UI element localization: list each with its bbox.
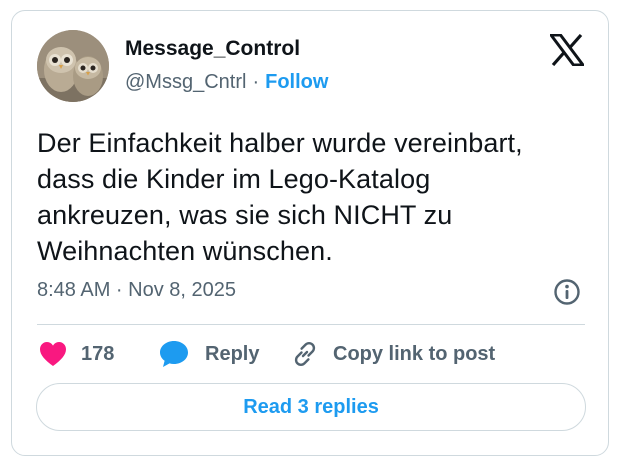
tweet-timestamp[interactable]: 8:48 AM · Nov 8, 2025 — [37, 279, 236, 302]
tweet-text: Der Einfachkeit halber wurde vereinbart,… — [37, 128, 523, 266]
tweet-card: Message_Control @Mssg_Cntrl · Follow Der E… — [11, 10, 609, 456]
x-logo-icon[interactable] — [548, 33, 586, 67]
author-handle[interactable]: @Mssg_Cntrl — [125, 71, 246, 93]
link-icon — [294, 341, 316, 367]
read-replies-button[interactable]: Read 3 replies — [36, 383, 586, 431]
reply-label: Reply — [205, 342, 260, 365]
separator-dot: · — [252, 71, 260, 93]
follow-link[interactable]: Follow — [265, 71, 328, 93]
avatar[interactable] — [37, 30, 109, 102]
speech-bubble-icon — [160, 341, 188, 367]
reply-button[interactable]: Reply — [159, 337, 259, 371]
divider — [37, 324, 585, 325]
like-button[interactable]: 178 — [39, 337, 114, 371]
author-handle-row: @Mssg_Cntrl · Follow — [125, 71, 328, 94]
heart-icon — [40, 342, 66, 366]
author-name[interactable]: Message_Control — [125, 37, 300, 61]
read-replies-label: Read 3 replies — [243, 395, 379, 418]
like-count: 178 — [81, 342, 115, 365]
info-icon[interactable] — [553, 278, 581, 306]
copy-link-button[interactable]: Copy link to post — [291, 337, 495, 371]
owl-avatar-image — [37, 30, 109, 102]
copy-link-label: Copy link to post — [333, 342, 496, 365]
